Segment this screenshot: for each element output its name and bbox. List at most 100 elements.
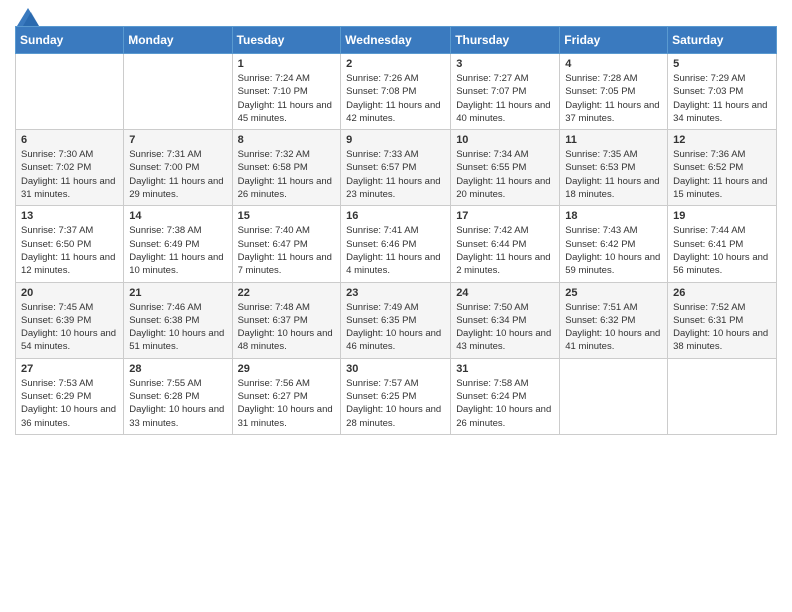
day-of-week-header: Thursday — [451, 27, 560, 54]
day-number: 12 — [673, 134, 771, 146]
day-info: Sunrise: 7:27 AM Sunset: 7:07 PM Dayligh… — [456, 72, 554, 125]
day-of-week-header: Tuesday — [232, 27, 341, 54]
day-info: Sunrise: 7:41 AM Sunset: 6:46 PM Dayligh… — [346, 224, 445, 277]
calendar-cell: 29 Sunrise: 7:56 AM Sunset: 6:27 PM Dayli… — [232, 358, 341, 434]
day-info: Sunrise: 7:36 AM Sunset: 6:52 PM Dayligh… — [673, 148, 771, 201]
day-number: 27 — [21, 363, 118, 375]
logo-icon — [17, 8, 39, 26]
day-number: 19 — [673, 210, 771, 222]
calendar-cell: 18 Sunrise: 7:43 AM Sunset: 6:42 PM Dayli… — [560, 206, 668, 282]
day-info: Sunrise: 7:26 AM Sunset: 7:08 PM Dayligh… — [346, 72, 445, 125]
calendar-cell: 12 Sunrise: 7:36 AM Sunset: 6:52 PM Dayli… — [668, 130, 777, 206]
day-info: Sunrise: 7:48 AM Sunset: 6:37 PM Dayligh… — [238, 301, 336, 354]
calendar-cell: 1 Sunrise: 7:24 AM Sunset: 7:10 PM Daylig… — [232, 54, 341, 130]
day-info: Sunrise: 7:52 AM Sunset: 6:31 PM Dayligh… — [673, 301, 771, 354]
calendar-week-row: 20 Sunrise: 7:45 AM Sunset: 6:39 PM Dayli… — [16, 282, 777, 358]
day-number: 3 — [456, 58, 554, 70]
day-info: Sunrise: 7:58 AM Sunset: 6:24 PM Dayligh… — [456, 377, 554, 430]
day-info: Sunrise: 7:45 AM Sunset: 6:39 PM Dayligh… — [21, 301, 118, 354]
day-number: 23 — [346, 287, 445, 299]
calendar-cell: 6 Sunrise: 7:30 AM Sunset: 7:02 PM Daylig… — [16, 130, 124, 206]
day-info: Sunrise: 7:40 AM Sunset: 6:47 PM Dayligh… — [238, 224, 336, 277]
calendar-week-row: 13 Sunrise: 7:37 AM Sunset: 6:50 PM Dayli… — [16, 206, 777, 282]
day-number: 28 — [129, 363, 226, 375]
day-of-week-header: Friday — [560, 27, 668, 54]
calendar-cell: 2 Sunrise: 7:26 AM Sunset: 7:08 PM Daylig… — [341, 54, 451, 130]
calendar-cell: 21 Sunrise: 7:46 AM Sunset: 6:38 PM Dayli… — [124, 282, 232, 358]
calendar-cell — [560, 358, 668, 434]
day-info: Sunrise: 7:55 AM Sunset: 6:28 PM Dayligh… — [129, 377, 226, 430]
day-number: 2 — [346, 58, 445, 70]
day-number: 30 — [346, 363, 445, 375]
calendar-week-row: 1 Sunrise: 7:24 AM Sunset: 7:10 PM Daylig… — [16, 54, 777, 130]
day-number: 22 — [238, 287, 336, 299]
day-number: 14 — [129, 210, 226, 222]
calendar-cell: 14 Sunrise: 7:38 AM Sunset: 6:49 PM Dayli… — [124, 206, 232, 282]
day-info: Sunrise: 7:42 AM Sunset: 6:44 PM Dayligh… — [456, 224, 554, 277]
calendar-cell: 23 Sunrise: 7:49 AM Sunset: 6:35 PM Dayli… — [341, 282, 451, 358]
day-info: Sunrise: 7:53 AM Sunset: 6:29 PM Dayligh… — [21, 377, 118, 430]
calendar-cell: 11Sunrise: 7:35 AM Sunset: 6:53 PM Dayli… — [560, 130, 668, 206]
day-number: 21 — [129, 287, 226, 299]
day-info: Sunrise: 7:57 AM Sunset: 6:25 PM Dayligh… — [346, 377, 445, 430]
calendar-cell: 8Sunrise: 7:32 AM Sunset: 6:58 PM Daylig… — [232, 130, 341, 206]
day-of-week-header: Sunday — [16, 27, 124, 54]
day-number: 9 — [346, 134, 445, 146]
day-number: 10 — [456, 134, 554, 146]
calendar-cell: 27 Sunrise: 7:53 AM Sunset: 6:29 PM Dayli… — [16, 358, 124, 434]
day-info: Sunrise: 7:43 AM Sunset: 6:42 PM Dayligh… — [565, 224, 662, 277]
day-info: Sunrise: 7:28 AM Sunset: 7:05 PM Dayligh… — [565, 72, 662, 125]
calendar-cell: 24Sunrise: 7:50 AM Sunset: 6:34 PM Dayli… — [451, 282, 560, 358]
calendar-cell: 9 Sunrise: 7:33 AM Sunset: 6:57 PM Daylig… — [341, 130, 451, 206]
day-info: Sunrise: 7:30 AM Sunset: 7:02 PM Dayligh… — [21, 148, 118, 201]
day-info: Sunrise: 7:49 AM Sunset: 6:35 PM Dayligh… — [346, 301, 445, 354]
day-info: Sunrise: 7:44 AM Sunset: 6:41 PM Dayligh… — [673, 224, 771, 277]
calendar: SundayMondayTuesdayWednesdayThursdayFrid… — [15, 26, 777, 435]
calendar-cell: 4Sunrise: 7:28 AM Sunset: 7:05 PM Daylig… — [560, 54, 668, 130]
calendar-cell: 13 Sunrise: 7:37 AM Sunset: 6:50 PM Dayli… — [16, 206, 124, 282]
calendar-cell: 16 Sunrise: 7:41 AM Sunset: 6:46 PM Dayli… — [341, 206, 451, 282]
day-info: Sunrise: 7:46 AM Sunset: 6:38 PM Dayligh… — [129, 301, 226, 354]
day-info: Sunrise: 7:35 AM Sunset: 6:53 PM Dayligh… — [565, 148, 662, 201]
day-number: 6 — [21, 134, 118, 146]
calendar-cell: 22 Sunrise: 7:48 AM Sunset: 6:37 PM Dayli… — [232, 282, 341, 358]
day-number: 13 — [21, 210, 118, 222]
calendar-week-row: 27 Sunrise: 7:53 AM Sunset: 6:29 PM Dayli… — [16, 358, 777, 434]
day-info: Sunrise: 7:37 AM Sunset: 6:50 PM Dayligh… — [21, 224, 118, 277]
day-number: 24 — [456, 287, 554, 299]
day-info: Sunrise: 7:33 AM Sunset: 6:57 PM Dayligh… — [346, 148, 445, 201]
day-info: Sunrise: 7:31 AM Sunset: 7:00 PM Dayligh… — [129, 148, 226, 201]
day-number: 20 — [21, 287, 118, 299]
day-number: 1 — [238, 58, 336, 70]
day-of-week-header: Saturday — [668, 27, 777, 54]
day-number: 15 — [238, 210, 336, 222]
day-info: Sunrise: 7:38 AM Sunset: 6:49 PM Dayligh… — [129, 224, 226, 277]
day-of-week-header: Wednesday — [341, 27, 451, 54]
calendar-cell: 7Sunrise: 7:31 AM Sunset: 7:00 PM Daylig… — [124, 130, 232, 206]
calendar-cell — [668, 358, 777, 434]
calendar-cell: 10Sunrise: 7:34 AM Sunset: 6:55 PM Dayli… — [451, 130, 560, 206]
day-info: Sunrise: 7:32 AM Sunset: 6:58 PM Dayligh… — [238, 148, 336, 201]
calendar-cell: 17 Sunrise: 7:42 AM Sunset: 6:44 PM Dayli… — [451, 206, 560, 282]
calendar-cell — [124, 54, 232, 130]
day-number: 29 — [238, 363, 336, 375]
calendar-cell: 20 Sunrise: 7:45 AM Sunset: 6:39 PM Dayli… — [16, 282, 124, 358]
day-number: 25 — [565, 287, 662, 299]
day-info: Sunrise: 7:24 AM Sunset: 7:10 PM Dayligh… — [238, 72, 336, 125]
calendar-cell: 15 Sunrise: 7:40 AM Sunset: 6:47 PM Dayli… — [232, 206, 341, 282]
day-info: Sunrise: 7:56 AM Sunset: 6:27 PM Dayligh… — [238, 377, 336, 430]
calendar-cell: 28 Sunrise: 7:55 AM Sunset: 6:28 PM Dayli… — [124, 358, 232, 434]
day-number: 17 — [456, 210, 554, 222]
day-number: 16 — [346, 210, 445, 222]
day-number: 26 — [673, 287, 771, 299]
calendar-cell: 5Sunrise: 7:29 AM Sunset: 7:03 PM Daylig… — [668, 54, 777, 130]
calendar-cell: 25Sunrise: 7:51 AM Sunset: 6:32 PM Dayli… — [560, 282, 668, 358]
header — [15, 10, 777, 22]
day-number: 31 — [456, 363, 554, 375]
day-of-week-header: Monday — [124, 27, 232, 54]
day-number: 18 — [565, 210, 662, 222]
calendar-week-row: 6 Sunrise: 7:30 AM Sunset: 7:02 PM Daylig… — [16, 130, 777, 206]
day-number: 5 — [673, 58, 771, 70]
calendar-cell: 26 Sunrise: 7:52 AM Sunset: 6:31 PM Dayli… — [668, 282, 777, 358]
calendar-cell — [16, 54, 124, 130]
